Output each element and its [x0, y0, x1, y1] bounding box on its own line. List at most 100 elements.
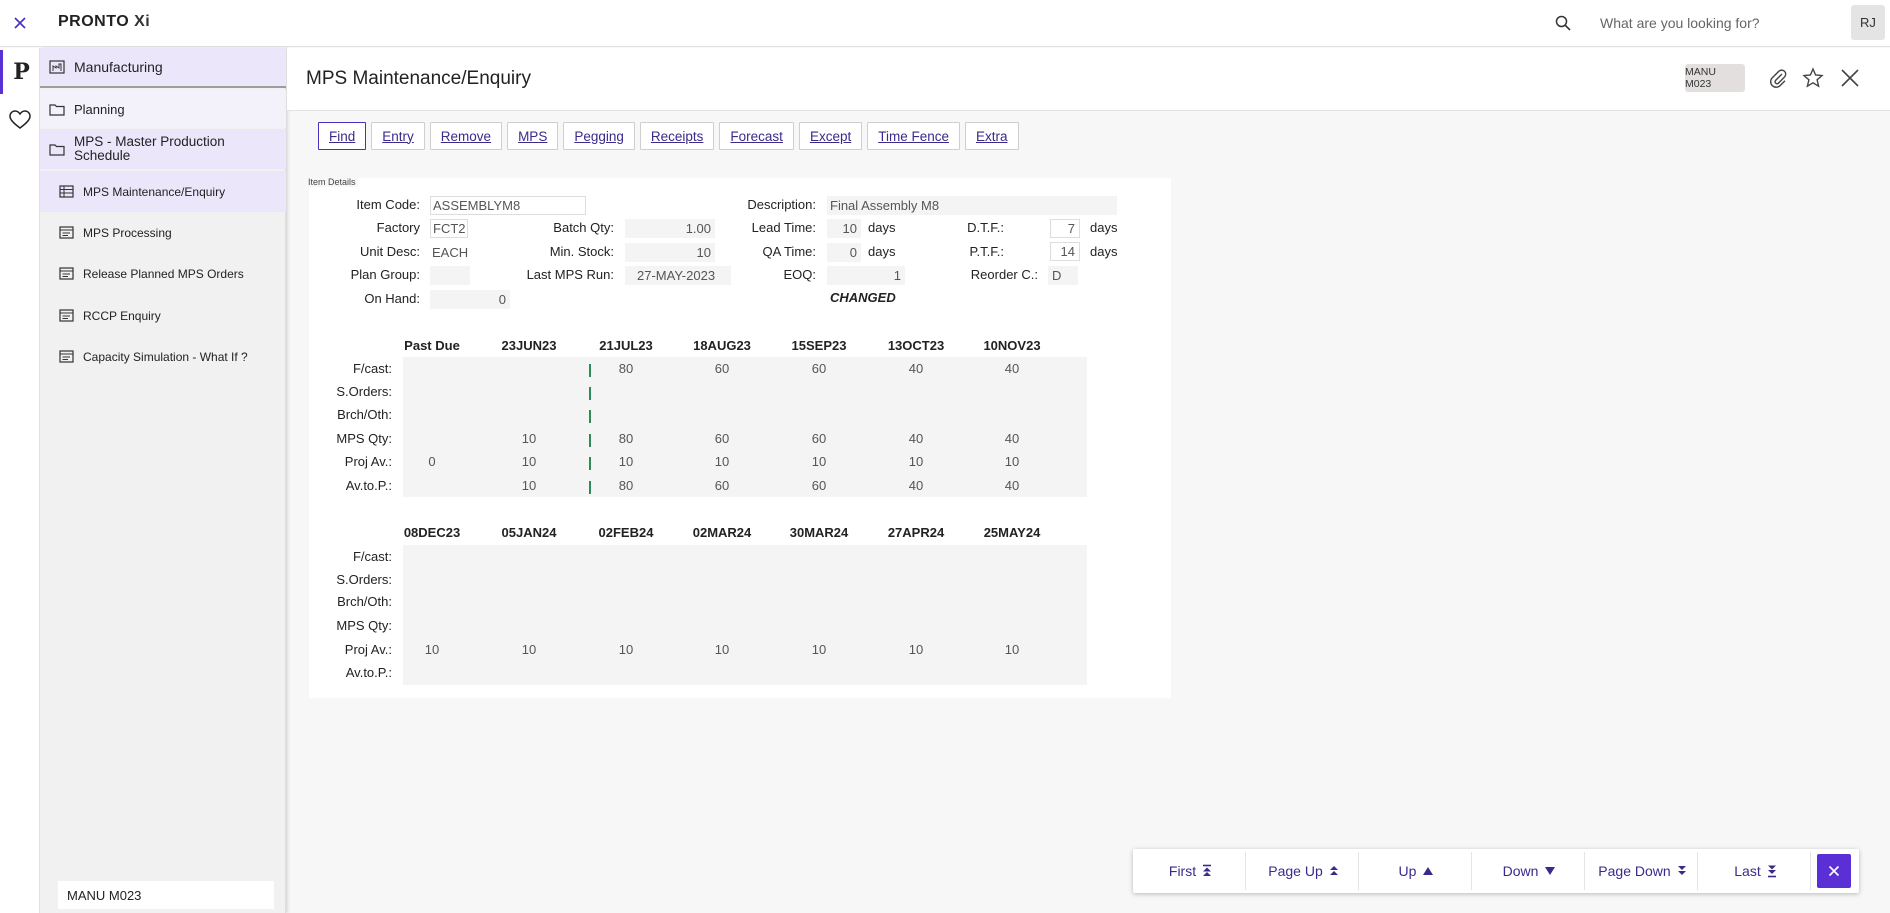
grid-cell[interactable]: 40: [876, 478, 956, 493]
lead-time-field[interactable]: 10: [827, 219, 861, 238]
grid-cell[interactable]: 80: [586, 478, 666, 493]
sidebar-item-capacity-simulation[interactable]: Capacity Simulation - What If ?: [40, 336, 286, 377]
grid-cell[interactable]: 60: [779, 431, 859, 446]
grid-cell[interactable]: 10: [779, 454, 859, 469]
row-label: Proj Av.:: [344, 454, 392, 469]
ptf-label: P.T.F.:: [969, 244, 1004, 259]
row-label: S.Orders:: [336, 572, 392, 587]
page-up-button[interactable]: Page Up: [1249, 852, 1359, 890]
grid-cell[interactable]: 80: [586, 361, 666, 376]
except-button[interactable]: Except: [798, 122, 863, 150]
grid-cell[interactable]: 80: [586, 431, 666, 446]
grid-cell[interactable]: 10: [779, 642, 859, 657]
factory-field[interactable]: FCT2: [430, 219, 468, 238]
row-label: Brch/Oth:: [337, 594, 392, 609]
page-down-button[interactable]: Page Down: [1588, 852, 1698, 890]
grid-cell[interactable]: 60: [682, 361, 762, 376]
grid-cell[interactable]: 10: [682, 642, 762, 657]
first-label: First: [1168, 863, 1197, 879]
remove-button[interactable]: Remove: [429, 122, 503, 150]
ptf-field[interactable]: 14: [1050, 242, 1080, 261]
first-button[interactable]: First: [1136, 852, 1246, 890]
sidebar-folder-mps[interactable]: MPS - Master Production Schedule: [40, 129, 286, 169]
forecast-button[interactable]: Forecast: [719, 122, 794, 150]
column-header: 13OCT23: [887, 338, 945, 353]
sidebar-item-mps-processing[interactable]: MPS Processing: [40, 212, 286, 253]
description-field[interactable]: Final Assembly M8: [827, 196, 1117, 215]
grid-cell[interactable]: 40: [972, 361, 1052, 376]
sidebar-category-manufacturing[interactable]: Manufacturing: [40, 48, 286, 88]
extra-button[interactable]: Extra: [965, 122, 1019, 150]
reorder-field[interactable]: D: [1048, 266, 1078, 285]
sidebar-item-label: Capacity Simulation - What If ?: [83, 349, 248, 364]
grid-cell[interactable]: 10: [972, 642, 1052, 657]
row-label: MPS Qty:: [336, 618, 392, 633]
grid-cell[interactable]: 0: [392, 454, 472, 469]
up-triangle-icon: [1422, 866, 1434, 876]
grid-cell[interactable]: 10: [392, 642, 472, 657]
item-details-legend: Item Details: [308, 177, 358, 187]
time-fence-marker: [589, 434, 591, 447]
row-label: S.Orders:: [336, 384, 392, 399]
item-code-field[interactable]: ASSEMBLYM8: [430, 196, 586, 215]
time-fence-button[interactable]: Time Fence: [867, 122, 960, 150]
grid-cell[interactable]: 40: [972, 478, 1052, 493]
close-icon[interactable]: [1837, 65, 1863, 91]
grid-cell[interactable]: 10: [489, 431, 569, 446]
grid-cell[interactable]: 10: [489, 642, 569, 657]
row-label: Brch/Oth:: [337, 407, 392, 422]
pager-close-button[interactable]: [1817, 854, 1851, 888]
grid-cell[interactable]: 40: [972, 431, 1052, 446]
find-button[interactable]: Find: [318, 122, 367, 150]
last-button[interactable]: Last: [1701, 852, 1811, 890]
grid-cell[interactable]: 40: [876, 431, 956, 446]
qa-time-field[interactable]: 0: [827, 243, 861, 262]
grid-cell[interactable]: 60: [682, 431, 762, 446]
grid-cell[interactable]: 10: [489, 478, 569, 493]
mps-button[interactable]: MPS: [507, 122, 559, 150]
row-label: MPS Qty:: [336, 431, 392, 446]
sidebar-folder-planning[interactable]: Planning: [40, 90, 286, 128]
star-icon[interactable]: [1800, 65, 1826, 91]
row-label: Av.to.P.:: [345, 478, 392, 493]
entry-button[interactable]: Entry: [371, 122, 425, 150]
avatar[interactable]: RJ: [1851, 5, 1885, 40]
grid-cell[interactable]: 10: [876, 642, 956, 657]
grid-cell[interactable]: 60: [779, 478, 859, 493]
sidebar-item-release-planned[interactable]: Release Planned MPS Orders: [40, 253, 286, 294]
grid-cell[interactable]: 40: [876, 361, 956, 376]
close-menu-icon[interactable]: [8, 10, 32, 36]
dtf-field[interactable]: 7: [1050, 219, 1080, 238]
item-code-label: Item Code:: [356, 197, 420, 212]
heart-icon: [9, 110, 31, 129]
factory-label: Factory: [376, 220, 420, 235]
grid-cell[interactable]: 60: [682, 478, 762, 493]
attachment-icon[interactable]: [1765, 65, 1791, 91]
time-fence-marker: [589, 410, 591, 423]
plan-group-field[interactable]: [430, 266, 470, 285]
on-hand-field[interactable]: 0: [430, 290, 510, 309]
rail-favourites[interactable]: [0, 98, 40, 142]
grid-cell[interactable]: 10: [972, 454, 1052, 469]
search-input[interactable]: [1588, 9, 1838, 37]
grid-cell[interactable]: 10: [682, 454, 762, 469]
double-down-bar-icon: [1767, 864, 1777, 878]
search-icon[interactable]: [1552, 12, 1574, 34]
rail-menu-pronto[interactable]: P: [0, 50, 40, 94]
time-fence-marker: [589, 364, 591, 377]
down-button[interactable]: Down: [1475, 852, 1585, 890]
grid-cell[interactable]: 10: [586, 642, 666, 657]
up-button[interactable]: Up: [1362, 852, 1472, 890]
column-header: 05JAN24: [501, 525, 557, 540]
grid-cell[interactable]: 60: [779, 361, 859, 376]
grid-cell[interactable]: 10: [876, 454, 956, 469]
pegging-button[interactable]: Pegging: [563, 122, 635, 150]
unit-desc-field[interactable]: EACH: [430, 243, 470, 262]
sidebar-item-mps-maintenance[interactable]: MPS Maintenance/Enquiry: [40, 171, 286, 212]
row-label: F/cast:: [352, 361, 392, 376]
receipts-button[interactable]: Receipts: [639, 122, 715, 150]
grid-cell[interactable]: 10: [586, 454, 666, 469]
eoq-field[interactable]: 1: [827, 266, 905, 285]
sidebar-item-rccp-enquiry[interactable]: RCCP Enquiry: [40, 295, 286, 336]
grid-cell[interactable]: 10: [489, 454, 569, 469]
